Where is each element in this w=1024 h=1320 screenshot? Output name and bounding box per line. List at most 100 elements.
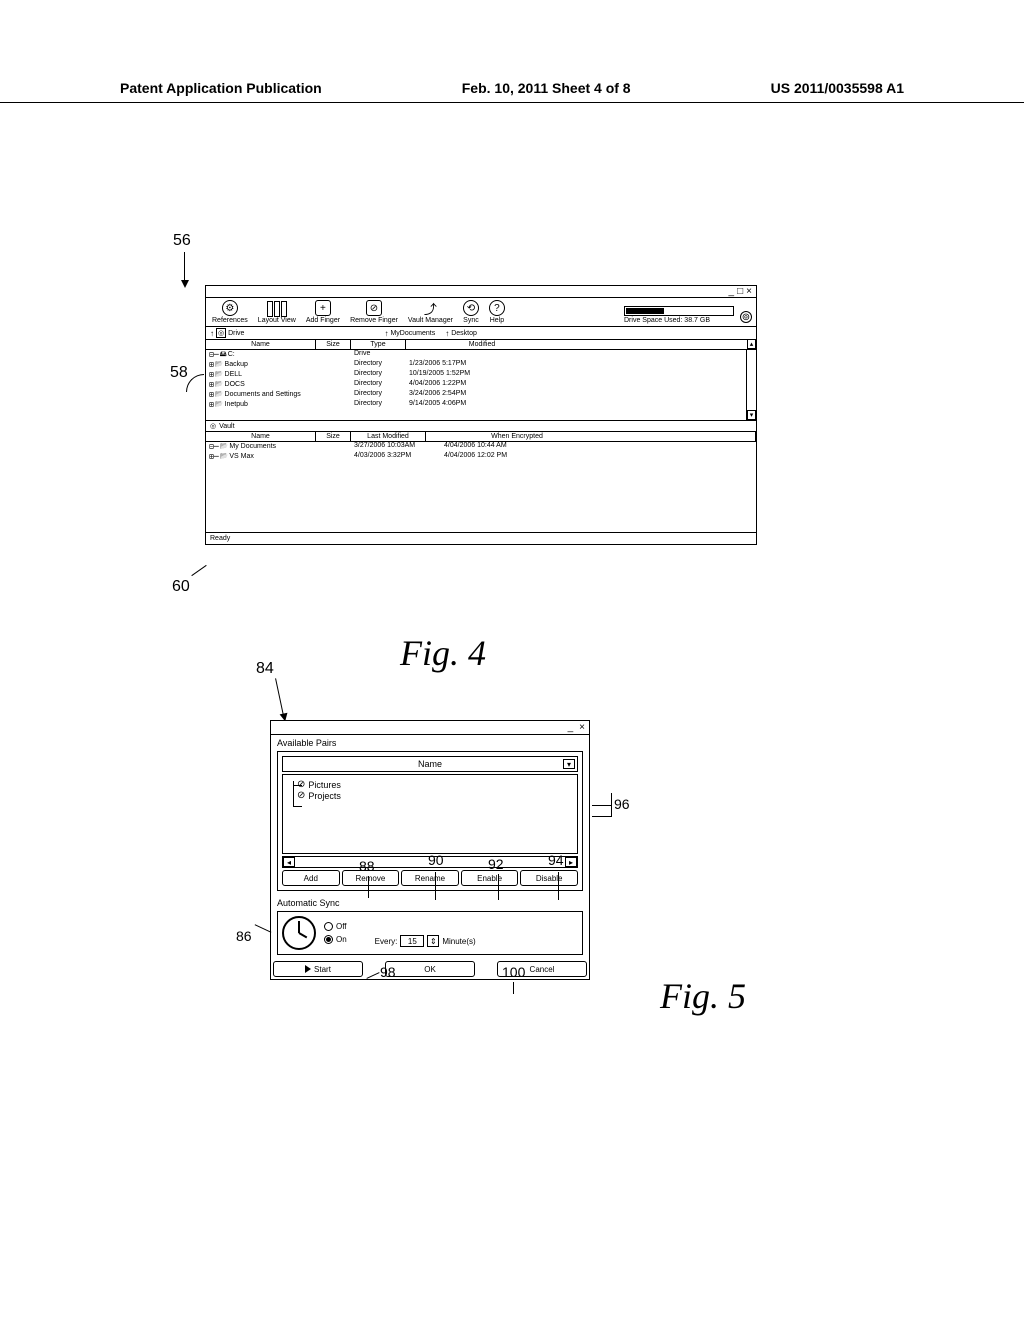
callout-88: 88 (359, 858, 375, 874)
lead-96b (611, 793, 612, 817)
start-button[interactable]: Start (273, 961, 363, 977)
remove-finger-button[interactable]: ⊘ Remove Finger (350, 300, 398, 324)
tree-item-projects[interactable]: Projects (297, 790, 571, 801)
pair-tree: Pictures Projects (282, 774, 578, 854)
circle-icon: ⊚ (740, 311, 752, 323)
row-type: Directory (354, 380, 409, 390)
maximize-icon[interactable]: □ (737, 287, 743, 297)
name-header-label: Name (418, 759, 442, 769)
col-size[interactable]: Size (316, 340, 351, 349)
drive-columns: Name Size Type Modified (206, 340, 756, 350)
pub-label: Patent Application Publication (120, 80, 322, 96)
lead-92 (498, 874, 499, 900)
callout-60: 60 (172, 578, 190, 596)
location-bar: ◎Drive MyDocuments Desktop (206, 327, 756, 340)
row-name: Backup (215, 361, 248, 370)
minimize-icon[interactable]: _ (568, 722, 574, 733)
loc-mydocs[interactable]: MyDocuments (384, 329, 435, 338)
table-row[interactable]: ⊞InetpubDirectory9/14/2005 4:06PM (206, 400, 756, 410)
vcol-name[interactable]: Name (206, 432, 316, 441)
vcol-we[interactable]: When Encrypted (426, 432, 756, 441)
col-modified[interactable]: Modified (406, 340, 756, 349)
radio-on-label: On (336, 935, 347, 944)
close-icon[interactable]: × (579, 722, 585, 733)
row-name: Documents and Settings (215, 391, 301, 400)
scrollbar[interactable]: ▴▾ (746, 350, 756, 420)
loc-drive[interactable]: ◎Drive (210, 328, 244, 338)
radio-off[interactable]: Off (324, 922, 347, 931)
layout-icon (267, 301, 287, 317)
disable-button[interactable]: Disable (520, 870, 578, 886)
autosync-label: Automatic Sync (271, 895, 589, 911)
play-icon (305, 965, 311, 973)
callout-56: 56 (173, 232, 191, 250)
callout-58: 58 (170, 364, 188, 382)
drive-rows: ▴▾ ⊟─🖴C: Drive ⊞BackupDirectory1/23/2006… (206, 350, 756, 420)
close-icon[interactable]: × (746, 287, 752, 297)
radio-off-label: Off (336, 922, 347, 931)
pub-number: US 2011/0035598 A1 (771, 80, 904, 96)
sync-icon: ⟲ (463, 300, 479, 316)
table-row[interactable]: ⊟─My Documents3/27/2006 10:03AM4/04/2006… (206, 442, 756, 452)
arrow-56 (184, 252, 185, 282)
vault-header: Vault (206, 420, 756, 432)
scroll-left-icon[interactable]: ◂ (283, 857, 295, 867)
spinner-icon[interactable]: ⇕ (427, 935, 439, 947)
row-mod: 1/23/2006 5:17PM (409, 360, 529, 370)
lead-58 (186, 374, 204, 392)
dropdown-icon[interactable]: ▾ (563, 759, 575, 769)
table-row[interactable]: ⊞Documents and SettingsDirectory3/24/200… (206, 390, 756, 400)
scroll-up-icon[interactable]: ▴ (747, 339, 756, 349)
root-type: Drive (354, 350, 409, 360)
row-lm: 3/27/2006 10:03AM (354, 442, 444, 452)
arrow-84 (275, 678, 284, 715)
tree-root[interactable]: ⊟─🖴C: Drive (206, 350, 756, 360)
row-name: My Documents (220, 443, 276, 452)
table-row[interactable]: ⊞BackupDirectory1/23/2006 5:17PM (206, 360, 756, 370)
scroll-down-icon[interactable]: ▾ (747, 410, 756, 420)
vcol-size[interactable]: Size (316, 432, 351, 441)
help-button[interactable]: ? Help (489, 300, 505, 324)
add-button[interactable]: Add (282, 870, 340, 886)
sync-button[interactable]: ⟲ Sync (463, 300, 479, 324)
interval-input[interactable]: 15 (400, 935, 424, 947)
ok-button[interactable]: OK (385, 961, 475, 977)
row-mod: 9/14/2005 4:06PM (409, 400, 529, 410)
plus-icon: + (315, 300, 331, 316)
table-row[interactable]: ⊞DELLDirectory10/19/2005 1:52PM (206, 370, 756, 380)
gear-icon: ⚙ (222, 300, 238, 316)
row-type: Directory (354, 390, 409, 400)
vault-manager-window: _ □ × ⚙ References Layout View + Add Fin… (205, 285, 757, 545)
minimize-icon[interactable]: _ (729, 287, 735, 297)
row-name: Inetpub (215, 401, 248, 410)
vcol-lm[interactable]: Last Modified (351, 432, 426, 441)
vault-manager-button[interactable]: ⤴ Vault Manager (408, 300, 453, 324)
status-bar: Ready (206, 532, 756, 544)
table-row[interactable]: ⊞─VS Max4/03/2006 3:32PM4/04/2006 12:02 … (206, 452, 756, 462)
col-type[interactable]: Type (351, 340, 406, 349)
table-row[interactable]: ⊞DOCSDirectory4/04/2006 1:22PM (206, 380, 756, 390)
tree-item-pictures[interactable]: Pictures (297, 779, 571, 790)
scroll-right-icon[interactable]: ▸ (565, 857, 577, 867)
vault-icon: ⤴ (422, 300, 438, 316)
radio-on[interactable]: On (324, 935, 347, 944)
row-type: Directory (354, 400, 409, 410)
name-header[interactable]: Name ▾ (282, 756, 578, 772)
callout-96: 96 (614, 796, 630, 812)
col-name[interactable]: Name (206, 340, 316, 349)
page-header: Patent Application Publication Feb. 10, … (0, 80, 1024, 103)
layout-view-label: Layout View (258, 317, 296, 324)
callout-90: 90 (428, 852, 444, 868)
enable-button[interactable]: Enable (461, 870, 519, 886)
slash-icon: ⊘ (366, 300, 382, 316)
row-mod: 10/19/2005 1:52PM (409, 370, 529, 380)
references-button[interactable]: ⚙ References (212, 300, 248, 324)
layout-view-button[interactable]: Layout View (258, 301, 296, 324)
start-label: Start (314, 965, 331, 974)
add-finger-button[interactable]: + Add Finger (306, 300, 340, 324)
extra-button[interactable]: ⊚ (740, 311, 752, 324)
sync-label: Sync (463, 317, 479, 324)
loc-desktop[interactable]: Desktop (445, 329, 477, 338)
rename-button[interactable]: Rename (401, 870, 459, 886)
callout-100: 100 (502, 964, 525, 980)
